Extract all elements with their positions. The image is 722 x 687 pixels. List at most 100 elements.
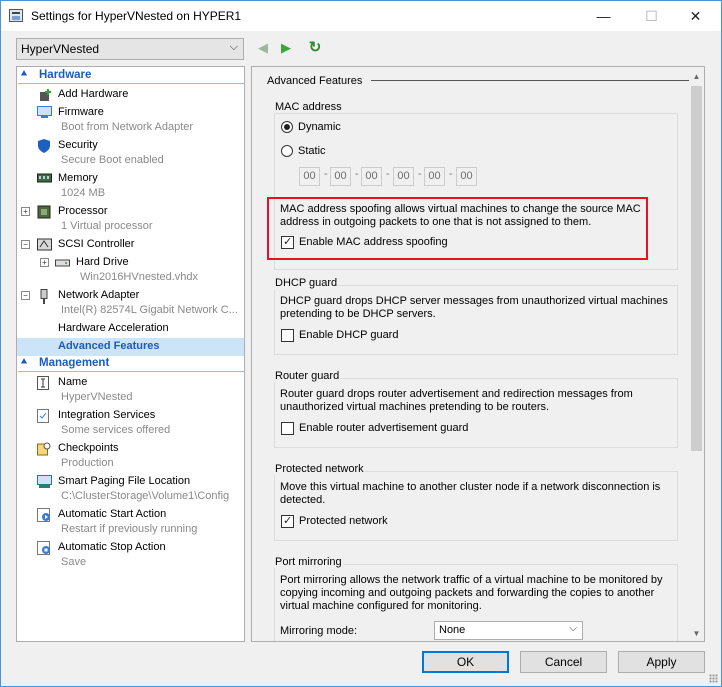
tree-item-add-hardware[interactable]: Add Hardware: [17, 86, 244, 104]
apply-button[interactable]: Apply: [618, 651, 705, 673]
collapse-chevron-icon: ⯅: [20, 69, 28, 80]
tree-item-detail: Production: [61, 457, 114, 469]
add-hardware-icon: [39, 88, 53, 101]
tree-item-processor[interactable]: + Processor 1 Virtual processor: [17, 203, 244, 236]
automatic-start-icon: [37, 508, 51, 522]
ok-button[interactable]: OK: [422, 651, 509, 673]
back-arrow-icon[interactable]: ◀: [254, 39, 272, 57]
tree-item-smart-paging[interactable]: Smart Paging File Location C:\ClusterSto…: [17, 473, 244, 506]
refresh-icon[interactable]: ↻: [306, 39, 324, 57]
static-mac-radio[interactable]: [281, 145, 293, 157]
tree-item-detail: Restart if previously running: [61, 523, 198, 535]
static-mac-label: Static: [298, 145, 326, 157]
tree-item-firmware[interactable]: Firmware Boot from Network Adapter: [17, 104, 244, 137]
router-guard-description: Router guard drops router advertisement …: [280, 388, 633, 413]
hard-drive-icon: [55, 256, 70, 269]
mac-separator: -: [449, 168, 453, 180]
scrollbar-thumb[interactable]: [691, 86, 702, 451]
tree-item-hard-drive[interactable]: + Hard Drive Win2016HVnested.vhdx: [17, 254, 244, 287]
scroll-up-arrow-icon[interactable]: ▲: [689, 69, 704, 84]
tree-item-detail: Win2016HVnested.vhdx: [80, 271, 199, 283]
title-divider: [371, 80, 691, 81]
tree-item-detail: Some services offered: [61, 424, 171, 436]
tree-item-detail: Boot from Network Adapter: [61, 121, 194, 133]
mac-separator: -: [386, 168, 390, 180]
name-tag-icon: [37, 376, 51, 390]
mac-spoofing-label: Enable MAC address spoofing: [299, 236, 448, 248]
mac-octet-field[interactable]: 00: [424, 167, 445, 186]
mac-spoofing-description: MAC address spoofing allows virtual mach…: [280, 203, 641, 228]
mac-spoofing-checkbox[interactable]: [281, 235, 294, 249]
tree-item-detail: Secure Boot enabled: [61, 154, 164, 166]
mac-separator: -: [418, 168, 422, 180]
mac-separator: -: [324, 168, 328, 180]
collapse-icon[interactable]: −: [21, 240, 30, 249]
tree-item-automatic-start-action[interactable]: Automatic Start Action Restart if previo…: [17, 506, 244, 539]
tree-item-label: Firmware: [58, 106, 104, 118]
tree-item-network-adapter[interactable]: − Network Adapter Intel(R) 82574L Gigabi…: [17, 287, 244, 320]
vm-selector-dropdown[interactable]: HyperVNested ⌵: [16, 38, 244, 60]
expand-icon[interactable]: +: [40, 258, 49, 267]
settings-tree: ⯅ Hardware Add Hardware Firmware Boot fr…: [16, 66, 245, 642]
hardware-section-header[interactable]: ⯅ Hardware: [18, 68, 244, 84]
mac-octet-field[interactable]: 00: [361, 167, 382, 186]
cancel-button[interactable]: Cancel: [520, 651, 607, 673]
mac-octet-field[interactable]: 00: [456, 167, 477, 186]
checkpoint-icon: [37, 442, 51, 456]
tree-item-label: Security: [58, 139, 98, 151]
chevron-down-icon: ⌵: [229, 41, 238, 53]
tree-item-detail: Save: [61, 556, 87, 568]
memory-icon: [37, 172, 52, 185]
mac-octet-field[interactable]: 00: [393, 167, 414, 186]
port-mirroring-description: Port mirroring allows the network traffi…: [280, 574, 663, 612]
protected-network-checkbox[interactable]: [281, 514, 294, 528]
tree-item-detail: 1024 MB: [61, 187, 106, 199]
tree-item-label: Network Adapter: [58, 289, 140, 301]
tree-item-label: Processor: [58, 205, 108, 217]
chevron-down-icon: ⌵: [569, 623, 577, 634]
hyperv-app-icon: [9, 9, 23, 22]
collapse-icon[interactable]: −: [21, 291, 30, 300]
network-adapter-icon: [37, 289, 51, 304]
minimize-button[interactable]: —: [581, 1, 626, 31]
protected-network-group-label: Protected network: [274, 463, 365, 475]
tree-item-label: Automatic Start Action: [58, 508, 167, 520]
tree-item-hardware-acceleration[interactable]: Hardware Acceleration: [17, 320, 244, 338]
router-guard-group-label: Router guard: [274, 370, 341, 382]
maximize-button[interactable]: ☐: [629, 1, 674, 31]
resize-grip[interactable]: [709, 674, 718, 683]
tree-item-name[interactable]: Name HyperVNested: [17, 374, 244, 407]
tree-item-integration-services[interactable]: Integration Services Some services offer…: [17, 407, 244, 440]
management-section-label: Management: [39, 357, 110, 369]
firmware-icon: [37, 106, 52, 119]
tree-item-label: Add Hardware: [58, 88, 129, 100]
dynamic-mac-radio[interactable]: [281, 121, 293, 133]
dhcp-guard-description: DHCP guard drops DHCP server messages fr…: [280, 295, 668, 320]
dhcp-guard-label: Enable DHCP guard: [299, 329, 399, 341]
tree-item-scsi-controller[interactable]: − SCSI Controller: [17, 236, 244, 254]
scroll-down-arrow-icon[interactable]: ▼: [689, 626, 704, 641]
mac-separator: -: [355, 168, 359, 180]
tree-item-label: Integration Services: [58, 409, 156, 421]
mac-octet-field[interactable]: 00: [299, 167, 320, 186]
tree-item-memory[interactable]: Memory 1024 MB: [17, 170, 244, 203]
smart-paging-icon: [37, 475, 52, 488]
forward-arrow-icon[interactable]: ▶: [277, 39, 295, 57]
shield-icon: [37, 139, 51, 153]
mirroring-mode-value: None: [439, 624, 466, 636]
advanced-features-panel: Advanced Features MAC address Dynamic St…: [251, 66, 705, 642]
management-section-header[interactable]: ⯅ Management: [18, 356, 244, 372]
dhcp-guard-checkbox[interactable]: [281, 329, 294, 342]
mac-octet-field[interactable]: 00: [330, 167, 351, 186]
tree-item-advanced-features[interactable]: Advanced Features: [17, 338, 244, 356]
tree-item-checkpoints[interactable]: Checkpoints Production: [17, 440, 244, 473]
expand-icon[interactable]: +: [21, 207, 30, 216]
port-mirroring-group-label: Port mirroring: [274, 556, 343, 568]
tree-item-security[interactable]: Security Secure Boot enabled: [17, 137, 244, 170]
tree-item-automatic-stop-action[interactable]: Automatic Stop Action Save: [17, 539, 244, 572]
router-guard-checkbox[interactable]: [281, 422, 294, 435]
protected-network-description: Move this virtual machine to another clu…: [280, 481, 661, 506]
mirroring-mode-dropdown[interactable]: None ⌵: [434, 621, 583, 640]
title-bar: Settings for HyperVNested on HYPER1 — ☐ …: [1, 1, 721, 31]
close-button[interactable]: ✕: [673, 1, 718, 31]
